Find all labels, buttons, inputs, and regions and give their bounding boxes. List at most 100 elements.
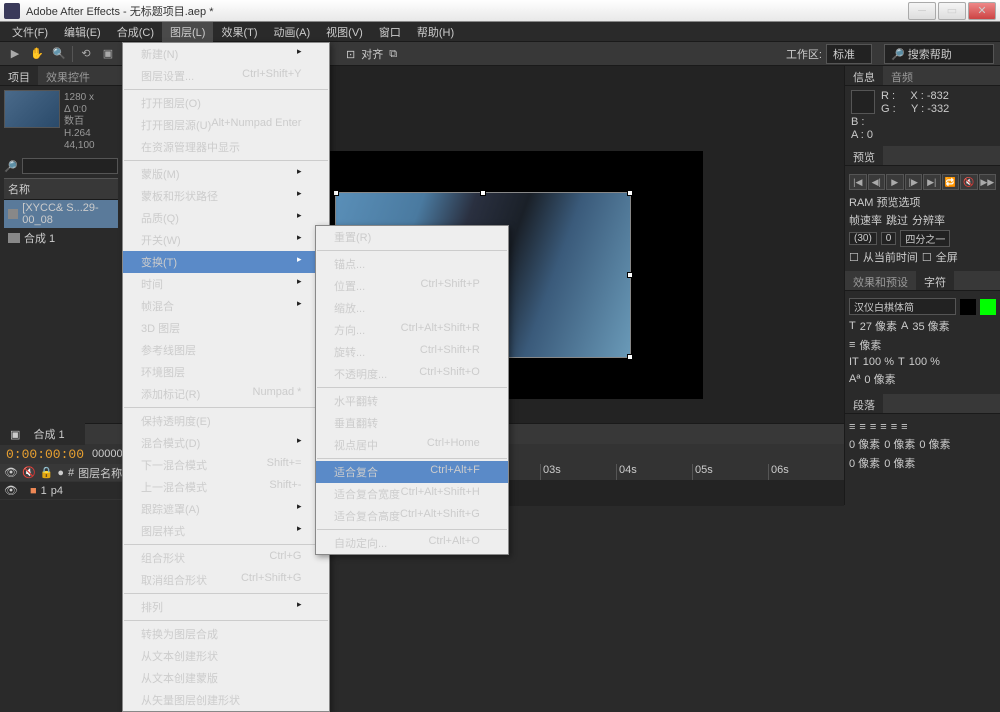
menu-item[interactable]: 锚点... bbox=[316, 253, 508, 275]
right-panels: 信息音频 R : X : -832 G : Y : -332 B : A : 0… bbox=[844, 66, 1000, 505]
menu-item: 方向...Ctrl+Alt+Shift+R bbox=[316, 319, 508, 341]
menu-item[interactable]: 打开图层源(U)Alt+Numpad Enter bbox=[123, 114, 329, 136]
stroke-color[interactable] bbox=[960, 299, 976, 315]
menu-5[interactable]: 动画(A) bbox=[266, 22, 319, 42]
zoom-tool-icon[interactable]: 🔍 bbox=[50, 45, 68, 63]
menu-item[interactable]: 新建(N) bbox=[123, 43, 329, 65]
close-button[interactable]: ✕ bbox=[968, 2, 996, 20]
fill-color[interactable] bbox=[980, 299, 996, 315]
menu-item[interactable]: 适合复合Ctrl+Alt+F bbox=[316, 461, 508, 483]
selection-tool-icon[interactable]: ▶ bbox=[6, 45, 24, 63]
font-dropdown[interactable]: 汉仪白棋体简 bbox=[849, 298, 956, 315]
menu-0[interactable]: 文件(F) bbox=[4, 22, 56, 42]
handle-br[interactable] bbox=[627, 354, 633, 360]
menu-item[interactable]: 在资源管理器中显示 bbox=[123, 136, 329, 158]
effect-controls-tab[interactable]: 效果控件 bbox=[38, 66, 98, 85]
audio-tab[interactable]: 音频 bbox=[883, 66, 921, 85]
transport-controls: |◀ ◀| ▶ |▶ ▶| 🔁 🔇 ▶▶ bbox=[849, 174, 996, 190]
menu-1[interactable]: 编辑(E) bbox=[56, 22, 109, 42]
align-icon[interactable]: ⧉ bbox=[389, 48, 397, 61]
help-search[interactable]: 🔎 搜索帮助 bbox=[884, 44, 994, 64]
character-tab[interactable]: 字符 bbox=[916, 271, 954, 290]
menu-item[interactable]: 水平翻转 bbox=[316, 390, 508, 412]
menu-item[interactable]: 变换(T) bbox=[123, 251, 329, 273]
menu-item: 图层设置...Ctrl+Shift+Y bbox=[123, 65, 329, 87]
menu-item[interactable]: 打开图层(O) bbox=[123, 92, 329, 114]
menu-item[interactable]: 不透明度...Ctrl+Shift+O bbox=[316, 363, 508, 385]
menu-item[interactable]: 垂直翻转 bbox=[316, 412, 508, 434]
footage-thumbnail[interactable] bbox=[4, 90, 60, 128]
ram-preview-label: RAM 预览选项 bbox=[849, 194, 996, 210]
menu-2[interactable]: 合成(C) bbox=[109, 22, 162, 42]
menu-item[interactable]: 自动定向...Ctrl+Alt+O bbox=[316, 532, 508, 554]
menu-3[interactable]: 图层(L) bbox=[162, 22, 213, 42]
snap-icon[interactable]: ⊡ bbox=[346, 48, 355, 61]
fx-presets-tab[interactable]: 效果和预设 bbox=[845, 271, 916, 290]
menu-7[interactable]: 窗口 bbox=[371, 22, 409, 42]
name-column-header[interactable]: 名称 bbox=[4, 178, 118, 200]
first-frame-button[interactable]: |◀ bbox=[849, 174, 867, 190]
mute-button[interactable]: 🔇 bbox=[960, 174, 978, 190]
menu-item[interactable]: 缩放... bbox=[316, 297, 508, 319]
minimize-button[interactable]: ─ bbox=[908, 2, 936, 20]
menu-item[interactable]: 下一混合模式Shift+= bbox=[123, 454, 329, 476]
menu-item[interactable]: 适合复合高度Ctrl+Alt+Shift+G bbox=[316, 505, 508, 527]
project-item[interactable]: 合成 1 bbox=[4, 228, 118, 248]
res-dropdown[interactable]: 四分之一 bbox=[900, 230, 950, 247]
menu-item[interactable]: 排列 bbox=[123, 596, 329, 618]
project-search-input[interactable] bbox=[22, 158, 118, 174]
project-item[interactable]: [XYCC& S...29-00_08 bbox=[4, 200, 118, 228]
menu-6[interactable]: 视图(V) bbox=[318, 22, 371, 42]
menu-item[interactable]: 旋转...Ctrl+Shift+R bbox=[316, 341, 508, 363]
menu-item[interactable]: 帧混合 bbox=[123, 295, 329, 317]
next-frame-button[interactable]: |▶ bbox=[905, 174, 923, 190]
preview-tab[interactable]: 预览 bbox=[845, 146, 883, 165]
handle-tm[interactable] bbox=[480, 190, 486, 196]
menu-item[interactable]: 图层样式 bbox=[123, 520, 329, 542]
rotate-tool-icon[interactable]: ⟲ bbox=[77, 45, 95, 63]
menu-item[interactable]: 开关(W) bbox=[123, 229, 329, 251]
current-timecode[interactable]: 0:00:00:00 bbox=[6, 447, 84, 462]
hand-tool-icon[interactable]: ✋ bbox=[28, 45, 46, 63]
menu-item[interactable]: 视点居中Ctrl+Home bbox=[316, 434, 508, 456]
menu-8[interactable]: 帮助(H) bbox=[409, 22, 462, 42]
menu-item[interactable]: 蒙板和形状路径 bbox=[123, 185, 329, 207]
menu-item[interactable]: 蒙版(M) bbox=[123, 163, 329, 185]
skip-dropdown[interactable]: 0 bbox=[881, 232, 897, 245]
menu-item[interactable]: 时间 bbox=[123, 273, 329, 295]
maximize-button[interactable]: ▭ bbox=[938, 2, 966, 20]
fps-dropdown[interactable]: (30) bbox=[849, 232, 877, 245]
menu-4[interactable]: 效果(T) bbox=[213, 22, 265, 42]
last-frame-button[interactable]: ▶| bbox=[923, 174, 941, 190]
play-button[interactable]: ▶ bbox=[886, 174, 904, 190]
menu-item[interactable]: 保持透明度(E) bbox=[123, 410, 329, 432]
timeline-tab[interactable]: ▣ 合成 1 bbox=[0, 423, 85, 445]
info-panel: R : X : -832 G : Y : -332 B : A : 0 bbox=[845, 86, 1000, 146]
menu-item[interactable]: 混合模式(D) bbox=[123, 432, 329, 454]
menu-item[interactable]: 位置...Ctrl+Shift+P bbox=[316, 275, 508, 297]
menu-item[interactable]: 参考线图层 bbox=[123, 339, 329, 361]
project-tab[interactable]: 项目 bbox=[0, 66, 38, 85]
ram-preview-button[interactable]: ▶▶ bbox=[979, 174, 997, 190]
menu-item: 从矢量图层创建形状 bbox=[123, 689, 329, 711]
handle-mr[interactable] bbox=[627, 272, 633, 278]
handle-tr[interactable] bbox=[627, 190, 633, 196]
camera-tool-icon[interactable]: ▣ bbox=[99, 45, 117, 63]
paragraph-tab[interactable]: 段落 bbox=[845, 394, 883, 413]
handle-tl[interactable] bbox=[333, 190, 339, 196]
prev-frame-button[interactable]: ◀| bbox=[868, 174, 886, 190]
menu-item[interactable]: 环境图层 bbox=[123, 361, 329, 383]
menu-item[interactable]: 适合复合宽度Ctrl+Alt+Shift+H bbox=[316, 483, 508, 505]
info-tab[interactable]: 信息 bbox=[845, 66, 883, 85]
menu-item[interactable]: 上一混合模式Shift+- bbox=[123, 476, 329, 498]
menu-item[interactable]: 添加标记(R)Numpad * bbox=[123, 383, 329, 405]
menu-item[interactable]: 品质(Q) bbox=[123, 207, 329, 229]
menu-item[interactable]: 跟踪遮罩(A) bbox=[123, 498, 329, 520]
menu-item[interactable]: 重置(R) bbox=[316, 226, 508, 248]
workspace-dropdown[interactable]: 标准 bbox=[826, 44, 872, 64]
loop-button[interactable]: 🔁 bbox=[942, 174, 960, 190]
menu-item: 转换为图层合成 bbox=[123, 623, 329, 645]
transform-submenu: 重置(R) 锚点...位置...Ctrl+Shift+P缩放...方向...Ctr… bbox=[315, 225, 509, 555]
menu-item[interactable]: 3D 图层 bbox=[123, 317, 329, 339]
workspace-label: 工作区: bbox=[786, 46, 822, 62]
